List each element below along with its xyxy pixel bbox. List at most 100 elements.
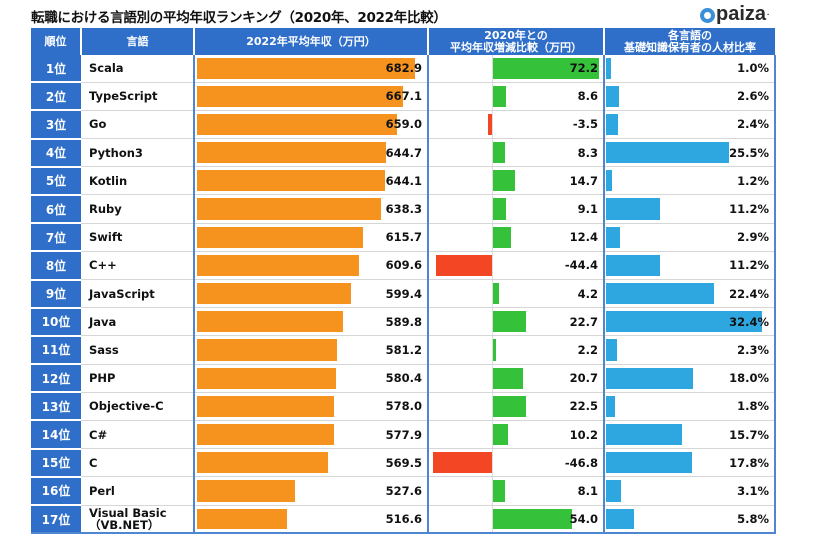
paiza-logo-icon bbox=[700, 8, 715, 23]
salary-value: 644.7 bbox=[385, 145, 422, 160]
ratio-bar bbox=[606, 423, 682, 446]
ratio-value: 11.2% bbox=[729, 202, 769, 217]
rank-cell: 11位 bbox=[31, 335, 81, 366]
ratio-cell: 17.8% bbox=[604, 448, 776, 478]
salary-cell: 589.8 bbox=[194, 307, 429, 337]
rank-cell: 14位 bbox=[31, 420, 81, 450]
rank-cell: 12位 bbox=[31, 364, 81, 394]
increase-bar bbox=[493, 283, 500, 305]
ratio-bar bbox=[606, 452, 692, 474]
decrease-bar bbox=[436, 254, 492, 276]
salary-bar bbox=[197, 452, 328, 474]
ratio-cell: 11.2% bbox=[604, 194, 776, 224]
ratio-value: 2.9% bbox=[737, 230, 769, 245]
ratio-value: 17.8% bbox=[729, 455, 769, 470]
language-cell: Visual Basic（VB.NET） bbox=[81, 505, 195, 534]
salary-bar bbox=[197, 226, 364, 248]
ratio-bar bbox=[606, 395, 615, 417]
diff-cell: 14.7 bbox=[428, 166, 605, 196]
salary-value: 615.7 bbox=[385, 230, 422, 245]
diff-value: 22.5 bbox=[569, 399, 598, 414]
table-row: 6位 Ruby 638.3 9.1 11.2% bbox=[31, 194, 776, 225]
rank-cell: 17位 bbox=[31, 505, 81, 534]
language-cell: Swift bbox=[81, 223, 195, 252]
ratio-bar bbox=[606, 254, 660, 276]
salary-value: 644.1 bbox=[385, 173, 422, 188]
ratio-cell: 2.6% bbox=[604, 82, 776, 111]
increase-bar bbox=[493, 339, 497, 361]
salary-value: 667.1 bbox=[385, 89, 422, 104]
table-row: 7位 Swift 615.7 12.4 2.9% bbox=[31, 223, 776, 253]
ratio-cell: 2.3% bbox=[604, 335, 776, 365]
header-diff-line2: 平均年収増減比較（万円） bbox=[450, 40, 582, 54]
logo-text: paiza bbox=[716, 3, 767, 25]
rank-cell: 16位 bbox=[31, 476, 81, 507]
diff-value: -46.8 bbox=[564, 455, 598, 470]
ratio-cell: 32.4% bbox=[604, 307, 776, 337]
diff-cell: 8.1 bbox=[428, 476, 605, 506]
table-row: 3位 Go 659.0 -3.5 2.4% bbox=[31, 110, 776, 140]
salary-cell: 599.4 bbox=[194, 279, 429, 309]
increase-bar bbox=[493, 311, 527, 333]
salary-value: 599.4 bbox=[385, 286, 422, 301]
salary-value: 589.8 bbox=[385, 314, 422, 329]
diff-cell: 54.0 bbox=[428, 505, 605, 534]
salary-bar bbox=[197, 170, 386, 192]
ratio-cell: 15.7% bbox=[604, 420, 776, 450]
header-language: 言語 bbox=[81, 28, 195, 55]
salary-value: 682.9 bbox=[385, 61, 422, 76]
salary-value: 609.6 bbox=[385, 258, 422, 273]
table-row: 17位 Visual Basic（VB.NET） 516.6 54.0 5.8% bbox=[31, 505, 776, 534]
diff-value: 10.2 bbox=[569, 427, 598, 442]
increase-bar bbox=[493, 142, 506, 164]
diff-value: 9.1 bbox=[577, 202, 598, 217]
increase-bar bbox=[493, 423, 508, 446]
rank-cell: 15位 bbox=[31, 448, 81, 478]
zero-axis bbox=[492, 251, 493, 279]
increase-bar bbox=[493, 480, 505, 502]
diff-value: 8.1 bbox=[577, 483, 598, 498]
rank-cell: 9位 bbox=[31, 279, 81, 309]
ratio-value: 2.6% bbox=[737, 89, 769, 104]
salary-cell: 659.0 bbox=[194, 110, 429, 140]
diff-cell: 20.7 bbox=[428, 364, 605, 393]
ratio-value: 2.4% bbox=[737, 117, 769, 132]
table-row: 4位 Python3 644.7 8.3 25.5% bbox=[31, 138, 776, 168]
salary-bar bbox=[197, 480, 296, 502]
ranking-table: 順位 言語 2022年平均年収（万円） 2020年との 平均年収増減比較（万円） … bbox=[31, 28, 776, 534]
decrease-bar bbox=[487, 113, 492, 136]
salary-cell: 580.4 bbox=[194, 364, 429, 393]
salary-value: 577.9 bbox=[385, 427, 422, 442]
diff-value: 8.6 bbox=[577, 89, 598, 104]
increase-bar bbox=[493, 85, 506, 107]
language-cell: C++ bbox=[81, 251, 195, 281]
increase-bar bbox=[493, 395, 527, 417]
header-ratio-line2: 基礎知識保有者の人材比率 bbox=[624, 40, 756, 54]
ratio-cell: 1.8% bbox=[604, 392, 776, 421]
ratio-bar bbox=[606, 58, 611, 79]
salary-value: 578.0 bbox=[385, 399, 422, 414]
salary-bar bbox=[197, 283, 351, 305]
language-cell: Sass bbox=[81, 335, 195, 365]
increase-bar bbox=[493, 198, 507, 220]
ratio-bar bbox=[606, 170, 612, 192]
rank-cell: 5位 bbox=[31, 166, 81, 196]
rank-cell: 3位 bbox=[31, 110, 81, 140]
ratio-value: 18.0% bbox=[729, 371, 769, 386]
ratio-value: 11.2% bbox=[729, 258, 769, 273]
table-body: 1位 Scala 682.9 72.2 1.0% 2位 TypeScript 667.1 8.6… bbox=[31, 55, 776, 534]
diff-value: 12.4 bbox=[569, 230, 598, 245]
salary-bar bbox=[197, 311, 344, 333]
increase-bar bbox=[493, 170, 515, 192]
diff-value: 72.2 bbox=[569, 61, 598, 76]
ratio-bar bbox=[606, 283, 714, 305]
language-cell: Go bbox=[81, 110, 195, 140]
zero-axis bbox=[492, 110, 493, 139]
diff-cell: 8.6 bbox=[428, 82, 605, 111]
table-row: 14位 C# 577.9 10.2 15.7% bbox=[31, 420, 776, 450]
rank-cell: 1位 bbox=[31, 55, 81, 84]
salary-cell: 581.2 bbox=[194, 335, 429, 365]
language-cell: C# bbox=[81, 420, 195, 450]
table-row: 5位 Kotlin 644.1 14.7 1.2% bbox=[31, 166, 776, 196]
salary-bar bbox=[197, 85, 403, 107]
